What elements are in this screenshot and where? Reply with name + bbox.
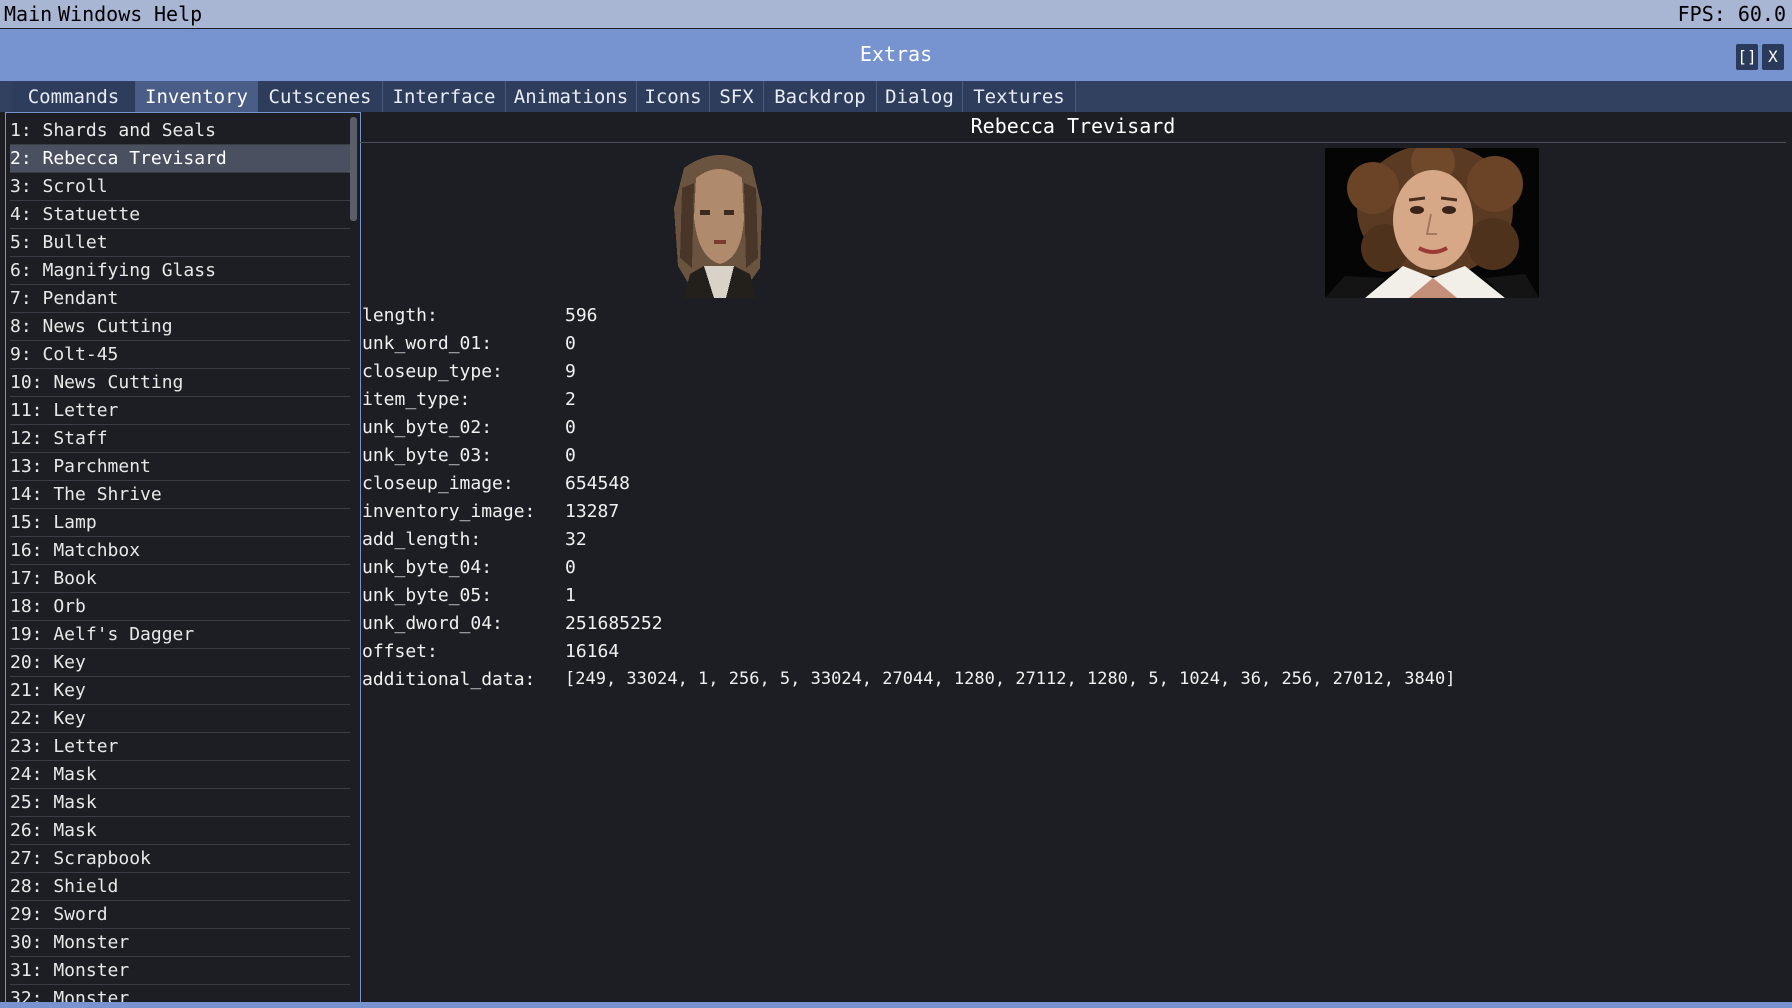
prop-value-offset: 16164 <box>565 641 620 662</box>
tab-interface[interactable]: Interface <box>383 81 506 112</box>
tab-backdrop[interactable]: Backdrop <box>764 81 877 112</box>
prop-label-unk-dword-04: unk_dword_04: <box>362 613 503 634</box>
tab-inventory[interactable]: Inventory <box>136 81 258 112</box>
prop-value-unk-byte-05: 1 <box>565 585 576 606</box>
list-item[interactable]: 25: Mask <box>10 789 350 817</box>
list-item[interactable]: 15: Lamp <box>10 509 350 537</box>
list-item[interactable]: 18: Orb <box>10 593 350 621</box>
window-title-bar: Extras [] X <box>0 29 1792 81</box>
list-item[interactable]: 13: Parchment <box>10 453 350 481</box>
list-item[interactable]: 30: Monster <box>10 929 350 957</box>
list-item[interactable]: 6: Magnifying Glass <box>10 257 350 285</box>
list-item[interactable]: 27: Scrapbook <box>10 845 350 873</box>
list-item[interactable]: 17: Book <box>10 565 350 593</box>
list-item[interactable]: 22: Key <box>10 705 350 733</box>
closeup-image <box>1325 148 1539 298</box>
prop-value-additional-data: [249, 33024, 1, 256, 5, 33024, 27044, 12… <box>565 669 1456 689</box>
close-button[interactable]: X <box>1762 44 1784 70</box>
list-item[interactable]: 26: Mask <box>10 817 350 845</box>
list-item[interactable]: 28: Shield <box>10 873 350 901</box>
list-item[interactable]: 24: Mask <box>10 761 350 789</box>
prop-label-item-type: item_type: <box>362 389 471 410</box>
prop-value-unk-word-01: 0 <box>565 333 576 354</box>
prop-label-inventory-image: inventory_image: <box>362 501 536 522</box>
inventory-image <box>664 148 774 298</box>
item-title: Rebecca Trevisard <box>970 114 1176 138</box>
list-item[interactable]: 10: News Cutting <box>10 369 350 397</box>
inventory-list[interactable]: 1: Shards and Seals 2: Rebecca Trevisard… <box>5 112 361 1004</box>
prop-label-unk-byte-03: unk_byte_03: <box>362 445 493 466</box>
tab-textures[interactable]: Textures <box>963 81 1076 112</box>
item-detail-panel: Rebecca Trevisard length: 596 unk_word_0… <box>360 112 1786 1002</box>
list-scrollbar[interactable] <box>350 117 357 997</box>
maximize-button[interactable]: [] <box>1736 44 1758 70</box>
prop-value-unk-dword-04: 251685252 <box>565 613 663 634</box>
prop-label-add-length: add_length: <box>362 529 482 550</box>
title-divider <box>360 142 1786 143</box>
prop-value-closeup-type: 9 <box>565 361 576 382</box>
menu-help[interactable]: Help <box>154 2 202 26</box>
prop-label-closeup-image: closeup_image: <box>362 473 514 494</box>
menu-main[interactable]: Main <box>4 2 52 26</box>
prop-label-offset: offset: <box>362 641 438 662</box>
prop-label-unk-byte-02: unk_byte_02: <box>362 417 493 438</box>
menu-windows[interactable]: Windows <box>58 2 142 26</box>
prop-label-unk-byte-04: unk_byte_04: <box>362 557 493 578</box>
prop-label-length: length: <box>362 305 438 326</box>
prop-value-item-type: 2 <box>565 389 576 410</box>
window-bottom-border <box>0 1002 1792 1008</box>
list-item[interactable]: 4: Statuette <box>10 201 350 229</box>
list-item[interactable]: 16: Matchbox <box>10 537 350 565</box>
list-item[interactable]: 21: Key <box>10 677 350 705</box>
prop-value-length: 596 <box>565 305 598 326</box>
tab-dialog[interactable]: Dialog <box>877 81 963 112</box>
prop-value-closeup-image: 654548 <box>565 473 631 494</box>
list-item[interactable]: 23: Letter <box>10 733 350 761</box>
fps-counter: FPS: 60.0 <box>1677 2 1786 26</box>
list-item-selected[interactable]: 2: Rebecca Trevisard <box>10 145 350 173</box>
list-item[interactable]: 3: Scroll <box>10 173 350 201</box>
prop-value-unk-byte-04: 0 <box>565 557 576 578</box>
list-item[interactable]: 14: The Shrive <box>10 481 350 509</box>
list-item[interactable]: 1: Shards and Seals <box>10 117 350 145</box>
tab-bar: Commands Inventory Cutscenes Interface A… <box>0 81 1792 112</box>
list-item[interactable]: 12: Staff <box>10 425 350 453</box>
tab-animations[interactable]: Animations <box>506 81 637 112</box>
tab-icons[interactable]: Icons <box>637 81 710 112</box>
tab-cutscenes[interactable]: Cutscenes <box>258 81 383 112</box>
prop-value-unk-byte-03: 0 <box>565 445 576 466</box>
scrollbar-thumb[interactable] <box>350 117 357 221</box>
list-item[interactable]: 11: Letter <box>10 397 350 425</box>
prop-label-additional-data: additional_data: <box>362 669 536 690</box>
prop-value-inventory-image: 13287 <box>565 501 620 522</box>
prop-label-unk-word-01: unk_word_01: <box>362 333 493 354</box>
menu-bar: Main Windows Help FPS: 60.0 <box>0 0 1792 28</box>
list-item[interactable]: 19: Aelf's Dagger <box>10 621 350 649</box>
tab-commands[interactable]: Commands <box>12 81 136 112</box>
prop-label-unk-byte-05: unk_byte_05: <box>362 585 493 606</box>
list-item[interactable]: 5: Bullet <box>10 229 350 257</box>
list-item[interactable]: 9: Colt-45 <box>10 341 350 369</box>
window-title: Extras <box>859 42 933 66</box>
tab-sfx[interactable]: SFX <box>710 81 764 112</box>
prop-label-closeup-type: closeup_type: <box>362 361 503 382</box>
prop-value-add-length: 32 <box>565 529 587 550</box>
list-item[interactable]: 8: News Cutting <box>10 313 350 341</box>
list-item[interactable]: 29: Sword <box>10 901 350 929</box>
prop-value-unk-byte-02: 0 <box>565 417 576 438</box>
list-item[interactable]: 20: Key <box>10 649 350 677</box>
list-item[interactable]: 7: Pendant <box>10 285 350 313</box>
list-item[interactable]: 31: Monster <box>10 957 350 985</box>
